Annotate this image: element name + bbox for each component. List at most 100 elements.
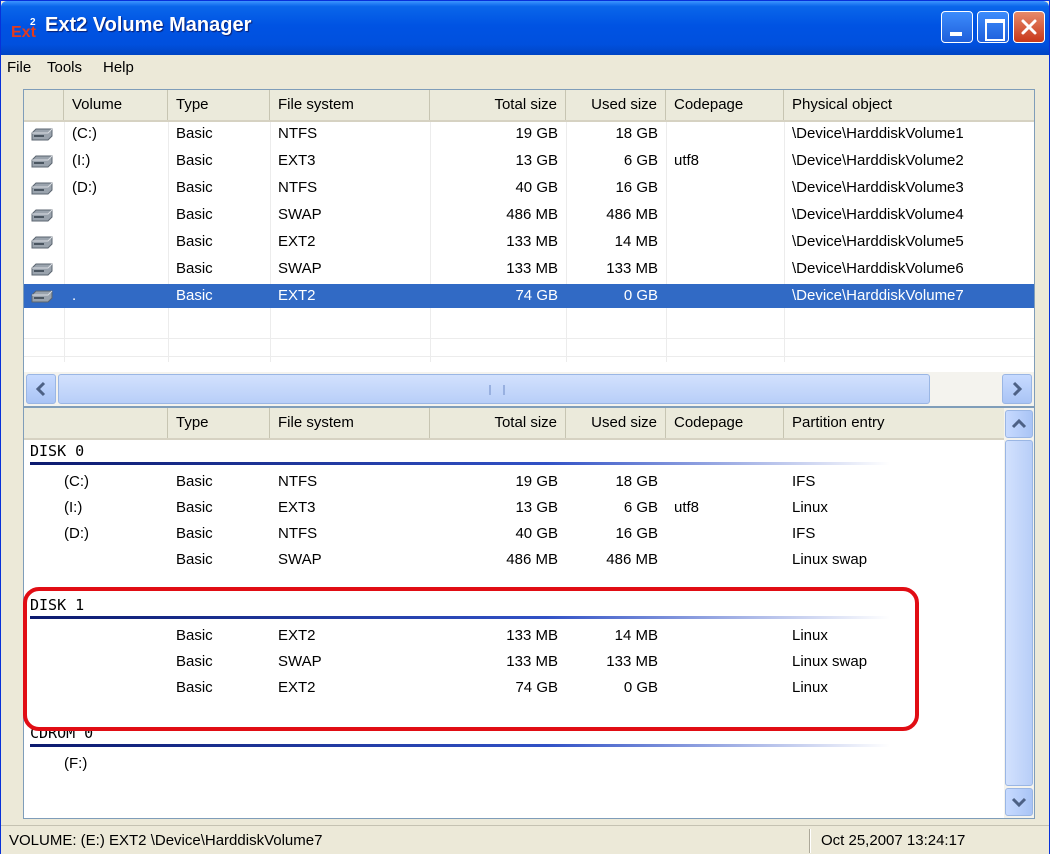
partition-row[interactable]: (D:) Basic NTFS 40 GB 16 GB IFS <box>24 522 1006 546</box>
cell-physical-object: \Device\HarddiskVolume5 <box>792 233 964 250</box>
vertical-scrollbar[interactable] <box>1004 408 1034 818</box>
volume-list[interactable]: Volume Type File system Total size Used … <box>23 89 1035 407</box>
scroll-thumb[interactable] <box>1005 440 1033 786</box>
cell-volume <box>56 548 168 572</box>
disk-group-title[interactable]: DISK 0 <box>30 442 84 460</box>
volume-row[interactable]: (D:) Basic NTFS 40 GB 16 GB \Device\HarddiskV… <box>24 176 1034 200</box>
cell-volume <box>64 257 168 281</box>
volume-row[interactable]: . Basic EXT2 74 GB 0 GB \Device\HarddiskVolum… <box>24 284 1034 308</box>
column-header-icon[interactable] <box>24 90 64 120</box>
cell-total-size: 133 MB <box>506 233 558 250</box>
hard-drive-icon <box>31 128 53 141</box>
cell-type: Basic <box>176 125 213 142</box>
cell-physical-object: \Device\HarddiskVolume4 <box>792 206 964 223</box>
chevron-up-icon <box>1011 418 1027 429</box>
column-header-type[interactable]: Type <box>168 90 270 120</box>
cell-used-size: 486 MB <box>606 551 658 568</box>
column-header-file-system[interactable]: File system <box>270 90 430 120</box>
volume-row[interactable]: (C:) Basic NTFS 19 GB 18 GB \Device\HarddiskV… <box>24 122 1034 146</box>
partition-row[interactable]: (C:) Basic NTFS 19 GB 18 GB IFS <box>24 470 1006 494</box>
volume-row[interactable]: Basic SWAP 133 MB 133 MB \Device\HarddiskVol… <box>24 257 1034 281</box>
volume-row[interactable]: Basic SWAP 486 MB 486 MB \Device\HarddiskVol… <box>24 203 1034 227</box>
cell-volume: (I:) <box>72 152 91 169</box>
column-header-codepage[interactable]: Codepage <box>666 408 784 438</box>
cell-total-size: 486 MB <box>506 206 558 223</box>
disk-group-divider <box>30 744 890 747</box>
disk-list-header: Type File system Total size Used size Co… <box>24 408 1006 440</box>
cell-type: Basic <box>176 473 213 490</box>
partition-row[interactable]: (F:) <box>24 752 1006 776</box>
cell-type: Basic <box>176 287 213 304</box>
horizontal-scrollbar[interactable] <box>24 372 1034 406</box>
volume-list-header: Volume Type File system Total size Used … <box>24 90 1034 122</box>
hard-drive-icon <box>31 290 53 303</box>
cell-codepage <box>666 752 784 776</box>
window-title: Ext2 Volume Manager <box>45 14 252 36</box>
cell-codepage <box>666 122 784 146</box>
scroll-up-button[interactable] <box>1005 410 1033 438</box>
status-bar: VOLUME: (E:) EXT2 \Device\HarddiskVolume… <box>1 825 1049 854</box>
minimize-button[interactable] <box>941 11 973 43</box>
menu-file[interactable]: File <box>7 59 31 76</box>
status-separator <box>809 829 811 853</box>
cell-total-size <box>430 752 566 776</box>
cell-total-size: 133 MB <box>506 260 558 277</box>
cell-used-size: 18 GB <box>615 473 658 490</box>
column-header-total-size[interactable]: Total size <box>430 408 566 438</box>
volume-row[interactable]: Basic EXT2 133 MB 14 MB \Device\HarddiskVolu… <box>24 230 1034 254</box>
column-header-used-size[interactable]: Used size <box>566 408 666 438</box>
cell-physical-object: \Device\HarddiskVolume3 <box>792 179 964 196</box>
cell-codepage <box>666 203 784 227</box>
menu-help[interactable]: Help <box>103 59 134 76</box>
volume-row[interactable]: (I:) Basic EXT3 13 GB 6 GB utf8 \Device\Harddi… <box>24 149 1034 173</box>
column-header-file-system[interactable]: File system <box>270 408 430 438</box>
cell-used-size: 16 GB <box>615 525 658 542</box>
cell-type <box>168 752 270 776</box>
cell-file-system <box>270 752 430 776</box>
cell-type: Basic <box>176 551 213 568</box>
scroll-down-button[interactable] <box>1005 788 1033 816</box>
cell-volume: (D:) <box>64 525 89 542</box>
red-highlight-box <box>23 587 919 731</box>
cell-used-size: 14 MB <box>614 233 658 250</box>
title-bar[interactable]: Ext 2 Ext2 Volume Manager <box>1 1 1049 55</box>
cell-total-size: 19 GB <box>515 125 558 142</box>
menu-tools[interactable]: Tools <box>47 59 82 76</box>
scroll-thumb[interactable] <box>58 374 930 404</box>
cell-used-size: 18 GB <box>615 125 658 142</box>
cell-volume: (C:) <box>72 125 97 142</box>
cell-volume: (I:) <box>64 499 83 516</box>
cell-codepage: utf8 <box>674 499 700 516</box>
maximize-button[interactable] <box>977 11 1009 43</box>
column-header-total-size[interactable]: Total size <box>430 90 566 120</box>
cell-partition-entry: IFS <box>792 525 816 542</box>
cell-file-system: EXT3 <box>278 152 316 169</box>
cell-volume <box>64 230 168 254</box>
hard-drive-icon <box>31 263 53 276</box>
scroll-left-button[interactable] <box>26 374 56 404</box>
cell-codepage: utf8 <box>674 152 700 169</box>
column-header-type[interactable]: Type <box>168 408 270 438</box>
column-header-name[interactable] <box>24 408 168 438</box>
chevron-right-icon <box>1012 381 1023 397</box>
column-header-used-size[interactable]: Used size <box>566 90 666 120</box>
column-header-partition-entry[interactable]: Partition entry <box>784 408 1006 438</box>
cell-partition-entry: IFS <box>792 473 816 490</box>
chevron-left-icon <box>35 381 46 397</box>
column-header-volume[interactable]: Volume <box>64 90 168 120</box>
close-button[interactable] <box>1013 11 1045 43</box>
column-header-physical-object[interactable]: Physical object <box>784 90 1034 120</box>
scroll-right-button[interactable] <box>1002 374 1032 404</box>
column-header-codepage[interactable]: Codepage <box>666 90 784 120</box>
status-timestamp: Oct 25,2007 13:24:17 <box>821 832 966 849</box>
partition-row[interactable]: (I:) Basic EXT3 13 GB 6 GB utf8 Linux <box>24 496 1006 520</box>
cell-total-size: 13 GB <box>515 152 558 169</box>
cell-physical-object: \Device\HarddiskVolume2 <box>792 152 964 169</box>
menu-bar: File Tools Help <box>1 55 1049 85</box>
cell-type: Basic <box>176 260 213 277</box>
partition-row[interactable]: Basic SWAP 486 MB 486 MB Linux swap <box>24 548 1006 572</box>
cell-codepage <box>666 284 784 308</box>
cell-file-system: NTFS <box>278 179 318 196</box>
app-logo-icon: Ext 2 <box>11 17 37 41</box>
cell-total-size: 486 MB <box>506 551 558 568</box>
